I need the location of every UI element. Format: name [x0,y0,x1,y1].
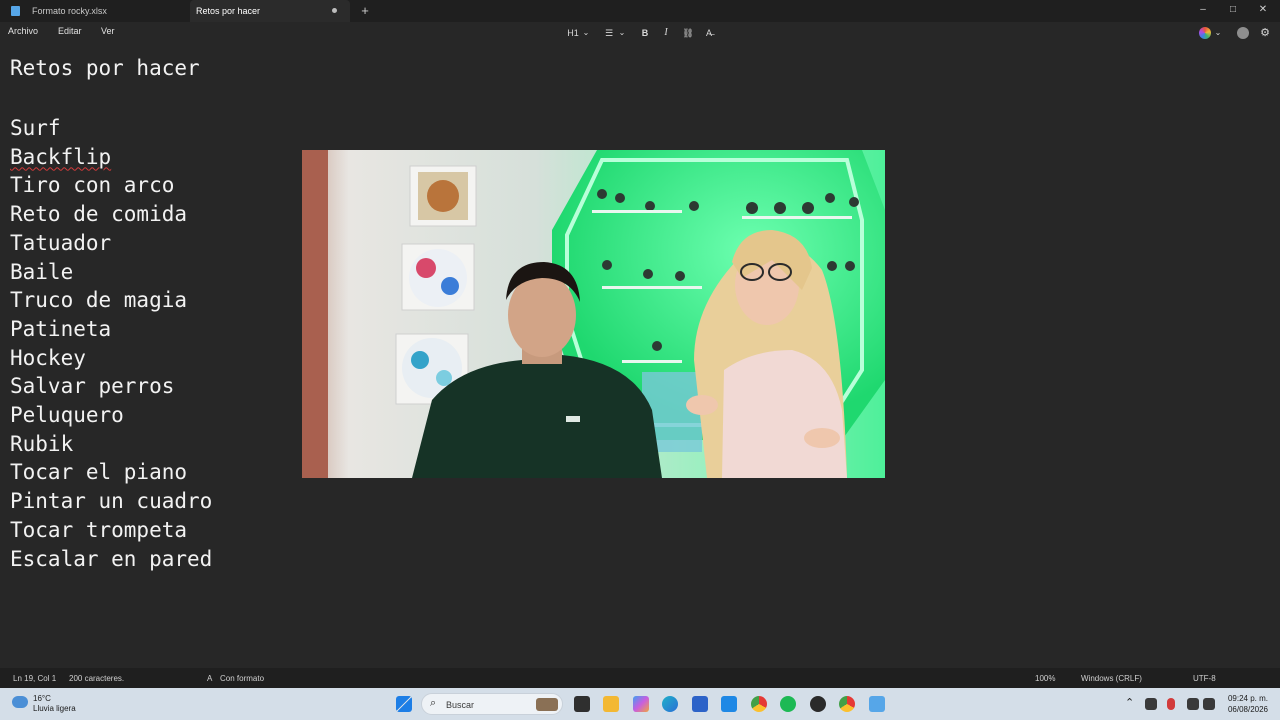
copilot-icon[interactable] [1199,27,1211,39]
zoom-level[interactable]: 100% [1035,674,1055,683]
clear-format-icon[interactable]: A̶ [701,26,717,40]
menu-archivo[interactable]: Archivo [8,26,38,36]
maximize-button[interactable]: □ [1226,3,1240,17]
link-icon[interactable]: ⛓ [680,26,696,40]
network-icon[interactable] [1187,698,1199,710]
menu-bar: Archivo Editar Ver H1 ⌄ ☰ ⌄ B I ⛓ A̶ ⌄ ⚙ [0,22,1280,44]
microphone-icon[interactable] [1167,698,1175,710]
encoding[interactable]: UTF-8 [1193,674,1216,683]
format-icon: A [207,674,213,683]
taskbar: 16°C Lluvia ligera ⌕ Buscar ⌃ 09:24 p. m… [0,688,1280,720]
line-ending[interactable]: Windows (CRLF) [1081,674,1142,683]
chevron-down-icon[interactable]: ⌄ [617,26,627,40]
taskbar-search[interactable]: ⌕ Buscar [421,693,563,715]
search-icon: ⌕ [430,697,437,709]
list-item: Tocar el piano [10,460,188,485]
list-item: Baile [10,259,74,284]
webcam-scene [302,150,885,478]
format-mode[interactable]: Con formato [220,674,264,683]
volume-icon[interactable] [1203,698,1215,710]
chevron-up-icon[interactable]: ⌃ [1125,696,1134,709]
bold-button[interactable]: B [638,26,652,40]
title-bar: Formato rocky.xlsx Retos por hacer + – □… [0,0,1280,22]
menu-editar[interactable]: Editar [58,26,82,36]
list-item: Tatuador [10,230,112,255]
list-item: Backflip [10,143,212,172]
cursor-position[interactable]: Ln 19, Col 1 [13,674,56,683]
tab-label: Formato rocky.xlsx [32,6,107,16]
store-icon[interactable] [692,696,708,712]
search-placeholder: Buscar [446,700,475,710]
recorder-icon[interactable] [810,696,826,712]
notepad-icon [11,6,20,16]
menu-ver[interactable]: Ver [101,26,115,36]
editor[interactable]: Retos por hacer Surf Backflip Tiro con a… [0,44,1280,668]
minimize-button[interactable]: – [1196,3,1210,17]
list-item: Escalar en pared [10,546,213,571]
tab-retos-por-hacer[interactable]: Retos por hacer [190,0,350,22]
list-item: Pintar un cuadro [10,489,213,514]
new-tab-button[interactable]: + [358,3,372,19]
windows-start-icon[interactable] [396,696,412,712]
chevron-down-icon[interactable]: ⌄ [581,26,591,40]
clock-date[interactable]: 06/08/2026 [1228,705,1268,714]
list-item: Surf [10,116,61,140]
webcam-overlay [302,150,885,478]
misspelled-word[interactable]: Backflip [10,145,111,169]
task-view-icon[interactable] [574,696,590,712]
chrome-icon[interactable] [751,696,767,712]
document-list: Surf Backflip Tiro con arco Reto de comi… [10,114,212,573]
outlook-icon[interactable] [721,696,737,712]
list-icon[interactable]: ☰ [602,26,616,40]
list-item: Truco de magia [10,288,188,313]
italic-button[interactable]: I [659,26,673,40]
file-explorer-icon[interactable] [603,696,619,712]
spotify-icon[interactable] [780,696,796,712]
weather-rain-icon[interactable] [12,696,28,708]
heading-dropdown[interactable]: H1 [565,26,581,40]
close-button[interactable]: ✕ [1256,3,1270,17]
list-item: Tocar trompeta [10,517,188,542]
weather-condition[interactable]: Lluvia ligera [33,704,76,713]
document-heading: Retos por hacer [10,56,200,80]
list-item: Rubik [10,431,74,456]
copilot-taskbar-icon[interactable] [633,696,649,712]
profile-icon[interactable] [1237,27,1249,39]
list-item: Patineta [10,316,112,341]
chrome-profile-icon[interactable] [839,696,855,712]
edge-icon[interactable] [662,696,678,712]
gear-icon[interactable]: ⚙ [1259,26,1271,40]
sync-icon[interactable] [1145,698,1157,710]
status-bar: Ln 19, Col 1 200 caracteres. A Con forma… [0,668,1280,688]
tab-label: Retos por hacer [196,6,261,16]
notepad-taskbar-icon[interactable] [869,696,885,712]
weather-temp[interactable]: 16°C [33,694,51,703]
tab-formato-rocky[interactable]: Formato rocky.xlsx [0,0,190,22]
list-item: Salvar perros [10,374,175,399]
clock-time[interactable]: 09:24 p. m. [1228,694,1268,703]
list-item: Tiro con arco [10,173,175,198]
character-count: 200 caracteres. [69,674,125,683]
list-item: Peluquero [10,403,124,428]
unsaved-dot-icon[interactable] [332,8,337,13]
search-highlight-icon [536,698,558,711]
list-item: Reto de comida [10,202,188,227]
chevron-down-icon[interactable]: ⌄ [1213,26,1223,40]
list-item: Hockey [10,345,86,370]
